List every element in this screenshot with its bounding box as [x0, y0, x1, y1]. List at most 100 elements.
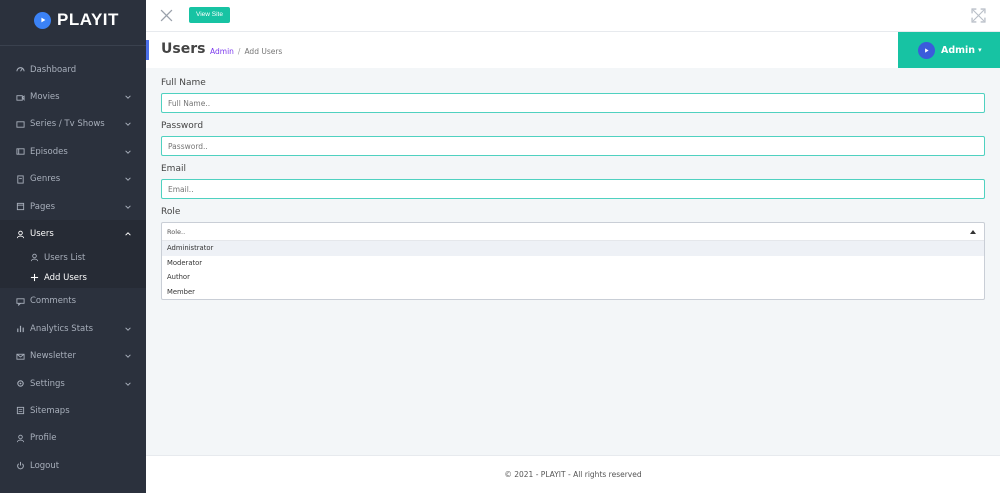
chevron-down-icon — [125, 122, 131, 127]
sidebar-item-label: Pages — [30, 201, 56, 212]
sidebar-item-comments[interactable]: Comments — [0, 288, 146, 315]
view-site-button[interactable]: View Site — [189, 7, 230, 23]
user-icon — [16, 230, 25, 239]
sidebar-item-label: Series / Tv Shows — [30, 119, 105, 130]
tv-icon — [16, 120, 25, 129]
chevron-down-icon — [125, 354, 131, 359]
sidebar-item-series[interactable]: Series / Tv Shows — [0, 111, 146, 138]
sidebar-item-label: Users List — [44, 252, 86, 263]
full-name-group: Full Name — [161, 76, 985, 119]
chevron-down-icon — [125, 205, 131, 209]
role-option-moderator[interactable]: Moderator — [162, 256, 984, 271]
sidebar-item-label: Sitemaps — [30, 405, 70, 416]
genre-icon — [16, 175, 25, 184]
chevron-down-icon — [125, 177, 131, 182]
password-input[interactable] — [161, 136, 985, 156]
admin-label: Admin — [941, 44, 976, 56]
video-icon — [16, 93, 25, 102]
page-title: Users — [161, 41, 206, 57]
admin-menu-button[interactable]: Admin ▾ — [898, 32, 1000, 68]
role-option-author[interactable]: Author — [162, 270, 984, 285]
title-bar: Users Admin / Add Users Admin ▾ — [146, 32, 1000, 68]
dashboard-icon — [16, 65, 25, 74]
sidebar-item-label: Settings — [30, 378, 65, 389]
sidebar-item-label: Comments — [30, 296, 77, 307]
sidebar-item-label: Movies — [30, 92, 60, 103]
sidebar-item-label: Analytics Stats — [30, 323, 93, 334]
role-select-value[interactable]: Role.. — [162, 223, 984, 241]
role-placeholder: Role.. — [167, 227, 186, 236]
footer-copyright: © 2021 - PLAYIT - All rights reserved — [504, 470, 642, 479]
close-icon[interactable] — [160, 9, 173, 22]
sidebar-item-sitemaps[interactable]: Sitemaps — [0, 397, 146, 424]
chevron-down-icon — [125, 150, 131, 154]
brand-divider — [0, 45, 146, 46]
email-label: Email — [161, 164, 186, 174]
chevron-down-icon: ▾ — [978, 46, 982, 54]
sitemap-icon — [16, 406, 25, 415]
role-option-administrator[interactable]: Administrator — [162, 241, 984, 256]
footer: © 2021 - PLAYIT - All rights reserved — [146, 455, 1000, 493]
full-name-label: Full Name — [161, 78, 206, 88]
sidebar-item-genres[interactable]: Genres — [0, 166, 146, 193]
full-name-input[interactable] — [161, 93, 985, 113]
email-input[interactable] — [161, 179, 985, 199]
caret-up-icon — [970, 230, 976, 234]
mail-icon — [16, 352, 25, 361]
chevron-up-icon — [125, 232, 131, 236]
chevron-down-icon — [125, 382, 131, 386]
sidebar-item-label: Dashboard — [30, 64, 77, 75]
brand-name: PLAYIT — [57, 10, 119, 29]
plus-icon — [30, 273, 39, 282]
sidebar-item-profile[interactable]: Profile — [0, 425, 146, 452]
role-group: Role Role.. Administrator Moderator Auth… — [161, 205, 985, 301]
sidebar-item-logout[interactable]: Logout — [0, 452, 146, 479]
breadcrumb-link-admin[interactable]: Admin — [210, 47, 234, 56]
password-label: Password — [161, 121, 204, 131]
top-header: View Site — [146, 0, 1000, 32]
breadcrumb-separator: / — [237, 47, 241, 56]
episode-icon — [16, 147, 25, 156]
sidebar-item-users[interactable]: Users — [0, 220, 146, 248]
user-icon — [30, 253, 39, 262]
sidebar-item-pages[interactable]: Pages — [0, 193, 146, 220]
sidebar-item-label: Add Users — [44, 272, 87, 283]
sidebar-item-add-users[interactable]: Add Users — [0, 268, 146, 288]
sidebar-item-label: Newsletter — [30, 351, 76, 362]
title-accent-bar — [146, 40, 149, 60]
user-icon — [16, 434, 25, 443]
sidebar-item-label: Logout — [30, 460, 60, 471]
sidebar-item-dashboard[interactable]: Dashboard — [0, 56, 146, 83]
sidebar-item-label: Episodes — [30, 146, 68, 157]
gear-icon — [16, 379, 25, 388]
sidebar-item-settings[interactable]: Settings — [0, 370, 146, 397]
add-user-form: Full Name Password Email Role Role.. Adm… — [161, 76, 985, 301]
fullscreen-icon[interactable] — [971, 8, 986, 23]
sidebar-item-movies[interactable]: Movies — [0, 83, 146, 110]
sidebar-item-users-list[interactable]: Users List — [0, 248, 146, 268]
password-group: Password — [161, 119, 985, 162]
chevron-down-icon — [125, 327, 131, 331]
role-label: Role — [161, 207, 181, 217]
users-submenu: Users List Add Users — [0, 247, 146, 288]
chart-icon — [16, 324, 25, 333]
sidebar-item-label: Genres — [30, 174, 61, 185]
sidebar: PLAYIT Dashboard Movies Series / Tv Show… — [0, 0, 146, 493]
sidebar-item-episodes[interactable]: Episodes — [0, 138, 146, 165]
breadcrumb-current: Add Users — [244, 47, 283, 56]
breadcrumb: Admin / Add Users — [210, 47, 282, 56]
role-select[interactable]: Role.. Administrator Moderator Author Me… — [161, 222, 985, 301]
play-icon — [34, 11, 51, 29]
play-icon — [918, 41, 935, 59]
sidebar-item-newsletter[interactable]: Newsletter — [0, 343, 146, 370]
sidebar-nav: Dashboard Movies Series / Tv Shows Episo… — [0, 56, 146, 479]
power-icon — [16, 461, 25, 470]
email-group: Email — [161, 162, 985, 205]
sidebar-item-label: Profile — [30, 433, 57, 444]
chevron-down-icon — [125, 95, 131, 99]
brand-logo[interactable]: PLAYIT — [0, 0, 146, 40]
role-option-member[interactable]: Member — [162, 285, 984, 300]
sidebar-item-analytics[interactable]: Analytics Stats — [0, 315, 146, 342]
sidebar-item-label: Users — [30, 229, 54, 240]
comment-icon — [16, 297, 25, 306]
